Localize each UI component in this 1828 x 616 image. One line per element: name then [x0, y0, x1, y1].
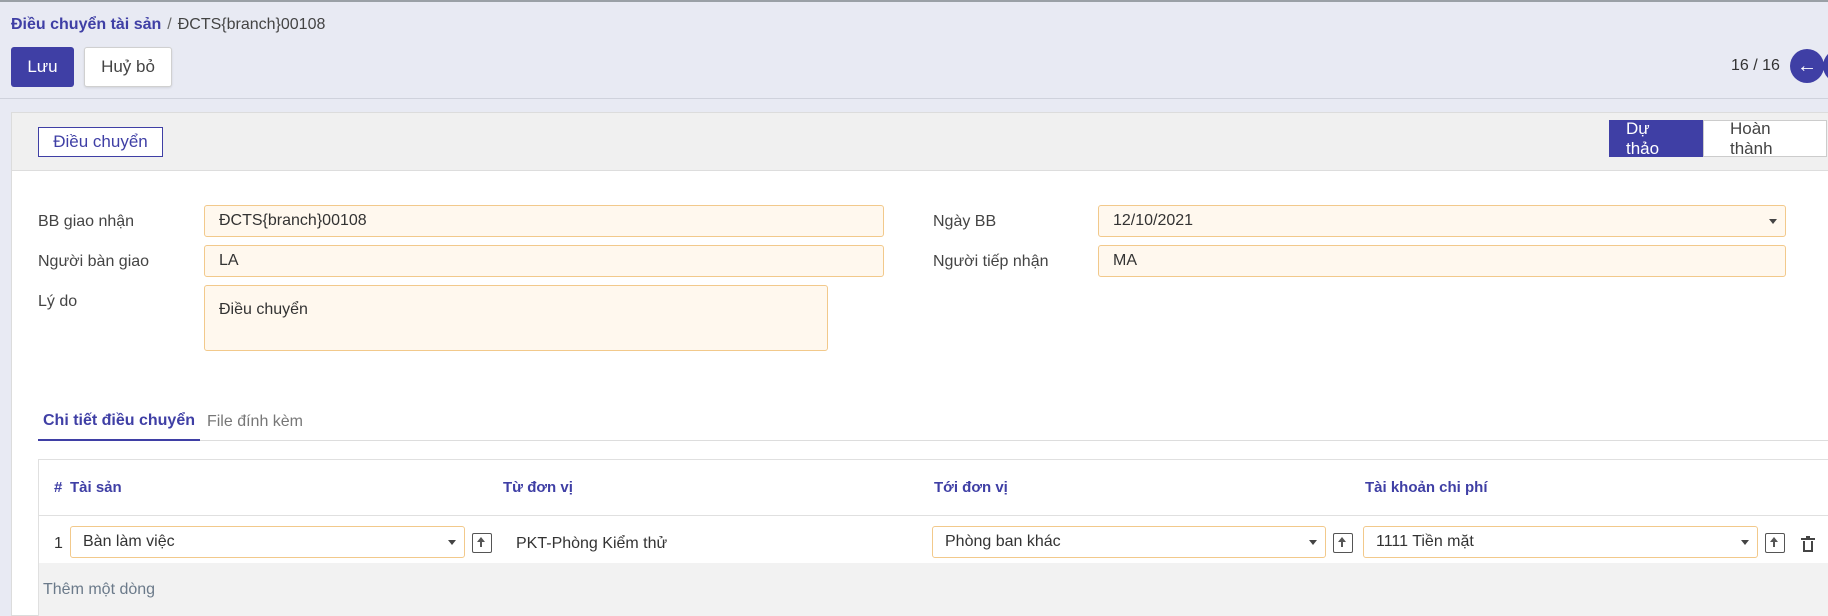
caret-down-icon: [1769, 219, 1777, 224]
bb-field[interactable]: ĐCTS{branch}00108: [204, 205, 884, 237]
col-header-expense-account[interactable]: Tài khoản chi phí: [1365, 460, 1488, 515]
breadcrumb-current: ĐCTS{branch}00108: [177, 16, 326, 33]
breadcrumb-separator: /: [167, 16, 172, 33]
status-done[interactable]: Hoàn thành: [1703, 119, 1827, 158]
to-unit-select[interactable]: Phòng ban khác: [932, 526, 1326, 558]
previous-record-button[interactable]: ←: [1790, 49, 1824, 83]
col-header-from-unit[interactable]: Từ đơn vị: [503, 460, 573, 515]
from-unit-value: PKT-Phòng Kiểm thử: [516, 535, 668, 552]
expense-account-select[interactable]: 1111 Tiền mặt: [1363, 526, 1758, 558]
trash-icon[interactable]: [1801, 536, 1815, 552]
form-statusbar: Điều chuyển Dự thảo Hoàn thành: [12, 113, 1828, 171]
date-field[interactable]: 12/10/2021: [1098, 205, 1786, 237]
save-button[interactable]: Lưu: [11, 47, 74, 87]
control-panel-divider: [0, 98, 1828, 99]
reason-textarea[interactable]: Điều chuyển: [204, 285, 828, 351]
sender-field[interactable]: LA: [204, 245, 884, 277]
receiver-field[interactable]: MA: [1098, 245, 1786, 277]
date-label: Ngày BB: [933, 213, 997, 230]
to-unit-value: Phòng ban khác: [945, 533, 1061, 550]
external-link-icon[interactable]: [1333, 533, 1353, 553]
row-number: 1: [54, 535, 63, 552]
date-value: 12/10/2021: [1113, 212, 1194, 229]
reason-label: Lý do: [38, 293, 78, 310]
external-link-icon[interactable]: [472, 533, 492, 553]
caret-down-icon: [1741, 540, 1749, 545]
expense-account-value: 1111 Tiền mặt: [1376, 533, 1474, 550]
next-record-button[interactable]: [1823, 49, 1828, 83]
table-header-divider: [39, 515, 1828, 516]
transfer-lines-table: # Tài sản Từ đơn vị Tới đơn vị Tài khoản…: [38, 459, 1828, 616]
breadcrumb: Điều chuyển tài sản / ĐCTS{branch}00108: [11, 16, 325, 34]
receiver-label: Người tiếp nhận: [933, 253, 1049, 270]
discard-button[interactable]: Huỷ bỏ: [84, 47, 172, 87]
caret-down-icon: [1309, 540, 1317, 545]
status-pipeline: Dự thảo Hoàn thành: [1609, 119, 1827, 158]
form-sheet: Điều chuyển Dự thảo Hoàn thành BB giao n…: [11, 112, 1828, 616]
tab-attachments[interactable]: File đính kèm: [200, 403, 310, 441]
notebook-tabs: Chi tiết điều chuyển File đính kèm: [38, 403, 1828, 441]
tab-transfer-details[interactable]: Chi tiết điều chuyển: [38, 403, 200, 441]
caret-down-icon: [448, 540, 456, 545]
pager-value[interactable]: 16 / 16: [1731, 57, 1780, 75]
top-border: [0, 0, 1828, 2]
col-header-to-unit[interactable]: Tới đơn vị: [934, 460, 1008, 515]
asset-select[interactable]: Bàn làm việc: [70, 526, 465, 558]
sender-label: Người bàn giao: [38, 253, 150, 270]
breadcrumb-parent-link[interactable]: Điều chuyển tài sản: [11, 16, 161, 33]
col-header-asset[interactable]: Tài sản: [70, 460, 122, 515]
arrow-left-icon: ←: [1797, 54, 1817, 77]
external-link-icon[interactable]: [1765, 533, 1785, 553]
transfer-action-button[interactable]: Điều chuyển: [38, 127, 163, 157]
add-line-link[interactable]: Thêm một dòng: [43, 581, 155, 599]
bb-label: BB giao nhận: [38, 213, 135, 230]
add-line-row: Thêm một dòng: [39, 563, 1828, 616]
status-draft[interactable]: Dự thảo: [1609, 119, 1717, 158]
col-header-index: #: [54, 479, 63, 496]
asset-value: Bàn làm việc: [83, 533, 175, 550]
